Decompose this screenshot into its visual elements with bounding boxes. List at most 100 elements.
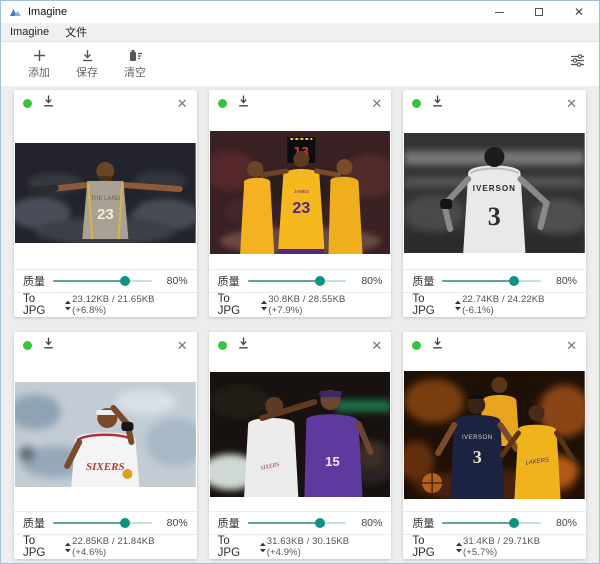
clear-button[interactable]: 清空 (111, 47, 159, 80)
format-select[interactable]: To JPG (218, 535, 267, 559)
quality-label: 质量 (23, 273, 45, 289)
size-stats: 22.85KB / 21.84KB (+4.6%) (72, 536, 188, 558)
quality-row: 质量 80% (403, 269, 586, 292)
card-close-icon[interactable]: ✕ (371, 97, 382, 110)
slider-thumb[interactable] (120, 518, 130, 528)
tune-sliders-icon (570, 54, 585, 72)
format-select[interactable]: To JPG (412, 293, 462, 317)
minimize-button[interactable] (479, 1, 519, 23)
app-window: Imagine ✕ Imagine 文件 添加 保存 清空 (0, 0, 600, 564)
app-logo-icon (9, 6, 22, 18)
image-preview: THE LAND 23 (14, 116, 197, 269)
svg-text:23: 23 (292, 199, 310, 217)
menu-imagine[interactable]: Imagine (10, 26, 49, 38)
quality-slider[interactable] (248, 517, 347, 529)
quality-slider[interactable] (53, 517, 152, 529)
svg-text:15: 15 (325, 454, 340, 469)
card-footer: To JPG 22.85KB / 21.84KB (+4.6%) (14, 534, 197, 559)
plus-icon (33, 47, 46, 62)
titlebar: Imagine ✕ (1, 1, 599, 23)
updown-arrows-icon (64, 300, 72, 311)
svg-text:3: 3 (488, 202, 501, 231)
size-stats: 23.12KB / 21.65KB (+6.8%) (72, 294, 188, 316)
card-close-icon[interactable]: ✕ (177, 339, 188, 352)
menu-file[interactable]: 文件 (65, 24, 87, 40)
quality-row: 质量 80% (403, 511, 586, 534)
card-download-icon[interactable] (432, 336, 443, 354)
quality-row: 质量 80% (14, 269, 197, 292)
quality-slider[interactable] (442, 517, 541, 529)
image-card-4: ✕ (14, 332, 197, 559)
card-header: ✕ (14, 90, 197, 116)
save-button[interactable]: 保存 (63, 47, 111, 80)
add-button[interactable]: 添加 (15, 47, 63, 80)
quality-label: 质量 (218, 273, 240, 289)
quality-slider[interactable] (53, 275, 152, 287)
card-header: ✕ (209, 332, 392, 358)
image-card-1: ✕ (14, 90, 197, 317)
slider-thumb[interactable] (315, 276, 325, 286)
quality-slider[interactable] (442, 275, 541, 287)
slider-thumb[interactable] (509, 518, 519, 528)
card-header: ✕ (209, 90, 392, 116)
save-label: 保存 (76, 64, 98, 80)
svg-text:3: 3 (473, 447, 482, 467)
clear-label: 清空 (124, 64, 146, 80)
photo-iverson-back-bw: IVERSON 3 (404, 133, 585, 253)
card-header: ✕ (403, 332, 586, 358)
window-title: Imagine (28, 6, 67, 18)
size-stats: 30.8KB / 28.55KB (+7.9%) (268, 294, 382, 316)
svg-text:THE LAND: THE LAND (90, 196, 120, 202)
card-close-icon[interactable]: ✕ (177, 97, 188, 110)
card-download-icon[interactable] (43, 336, 54, 354)
maximize-button[interactable] (519, 1, 559, 23)
artwork-iverson-kobe: IVERSON 3 LAKERS (404, 371, 585, 499)
window-controls: ✕ (479, 1, 599, 23)
format-select[interactable]: To JPG (412, 535, 463, 559)
card-footer: To JPG 31.63KB / 30.15KB (+4.9%) (209, 534, 392, 559)
photo-lebron-the-land: THE LAND 23 (15, 143, 196, 243)
photo-iverson-carter: SIXERS 15 (210, 372, 391, 497)
svg-text:SIXERS: SIXERS (86, 461, 125, 473)
settings-button[interactable] (570, 54, 585, 72)
close-button[interactable]: ✕ (559, 1, 599, 23)
svg-text:IVERSON: IVERSON (462, 435, 493, 441)
card-close-icon[interactable]: ✕ (371, 339, 382, 352)
photo-lakers-huddle: 13 JAMES 23 (210, 131, 391, 254)
format-select[interactable]: To JPG (23, 293, 72, 317)
quality-value: 80% (354, 275, 382, 287)
quality-value: 80% (354, 517, 382, 529)
status-dot (412, 341, 421, 350)
image-card-2: ✕ 13 (209, 90, 392, 317)
format-select[interactable]: To JPG (218, 293, 269, 317)
card-download-icon[interactable] (238, 336, 249, 354)
download-icon (81, 47, 94, 62)
size-stats: 31.63KB / 30.15KB (+4.9%) (267, 536, 383, 558)
card-download-icon[interactable] (432, 94, 443, 112)
quality-label: 质量 (412, 515, 434, 531)
slider-thumb[interactable] (509, 276, 519, 286)
updown-arrows-icon (259, 542, 267, 553)
quality-slider[interactable] (248, 275, 347, 287)
updown-arrows-icon (260, 300, 268, 311)
card-footer: To JPG 30.8KB / 28.55KB (+7.9%) (209, 292, 392, 317)
quality-label: 质量 (23, 515, 45, 531)
updown-arrows-icon (454, 300, 462, 311)
delete-sweep-icon (128, 47, 143, 62)
card-header: ✕ (403, 90, 586, 116)
card-download-icon[interactable] (43, 94, 54, 112)
slider-thumb[interactable] (120, 276, 130, 286)
svg-text:23: 23 (97, 206, 114, 223)
card-close-icon[interactable]: ✕ (566, 339, 577, 352)
card-footer: To JPG 22.74KB / 24.22KB (-6.1%) (403, 292, 586, 317)
image-card-5: ✕ (209, 332, 392, 559)
size-stats: 22.74KB / 24.22KB (-6.1%) (462, 294, 577, 316)
card-close-icon[interactable]: ✕ (566, 97, 577, 110)
image-card-3: ✕ I (403, 90, 586, 317)
card-download-icon[interactable] (238, 94, 249, 112)
format-select[interactable]: To JPG (23, 535, 72, 559)
image-card-6: ✕ (403, 332, 586, 559)
image-preview: IVERSON 3 LAKERS (403, 358, 586, 511)
slider-thumb[interactable] (315, 518, 325, 528)
status-dot (23, 99, 32, 108)
